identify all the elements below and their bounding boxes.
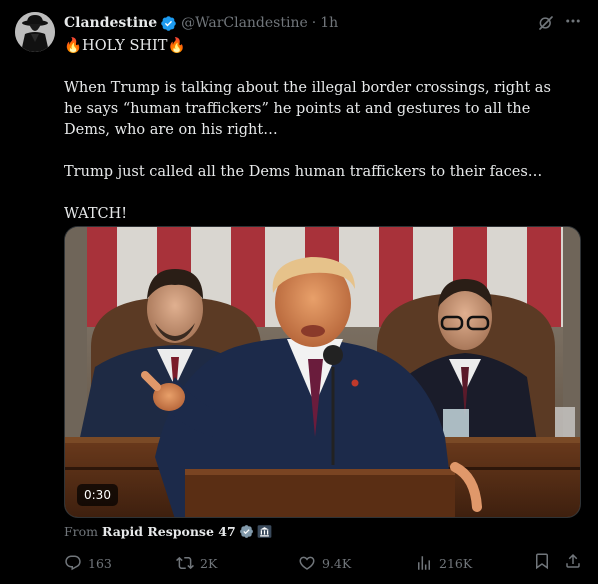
post-text: 🔥HOLY SHIT🔥 When Trump is talking about …: [64, 36, 564, 246]
views-button[interactable]: 216K: [415, 552, 472, 574]
bookmark-icon[interactable]: [533, 552, 551, 570]
reply-count: 163: [88, 555, 112, 571]
post-header: Clandestine @WarClandestine · 1h: [64, 14, 338, 32]
source-name[interactable]: Rapid Response 47: [102, 524, 236, 539]
repost-icon: [176, 556, 194, 570]
author-handle[interactable]: @WarClandestine: [181, 15, 308, 31]
more-icon[interactable]: [562, 12, 584, 32]
post[interactable]: Clandestine @WarClandestine · 1h 🔥HOLY S…: [0, 0, 598, 584]
grok-icon[interactable]: [537, 14, 555, 32]
header-separator: ·: [311, 15, 317, 31]
post-text-paragraph: When Trump is talking about the illegal …: [64, 80, 551, 138]
like-icon: [299, 556, 315, 570]
author-avatar[interactable]: [15, 12, 55, 52]
verified-badge-icon: [239, 524, 253, 538]
video-player[interactable]: [64, 226, 581, 518]
reply-button[interactable]: 163: [64, 552, 112, 574]
post-time[interactable]: 1h: [320, 15, 338, 31]
government-badge-icon: [257, 524, 272, 538]
video-source: From Rapid Response 47: [64, 522, 272, 540]
like-button[interactable]: 9.4K: [298, 552, 351, 574]
repost-button[interactable]: 2K: [176, 552, 217, 574]
verified-badge-icon: [161, 15, 176, 31]
video-duration: 0:30: [77, 484, 118, 506]
repost-count: 2K: [200, 555, 218, 571]
reply-icon: [65, 555, 81, 571]
author-name[interactable]: Clandestine: [64, 15, 157, 31]
post-text-headline: 🔥HOLY SHIT🔥: [64, 38, 186, 54]
share-icon[interactable]: [564, 552, 582, 570]
action-bar: 163 2K 9.4K 216K: [64, 552, 584, 574]
post-text-paragraph: WATCH!: [64, 206, 128, 222]
source-prefix: From: [64, 523, 99, 539]
video-frame: [65, 227, 580, 517]
views-icon: [418, 556, 430, 570]
like-count: 9.4K: [322, 555, 352, 571]
post-text-paragraph: Trump just called all the Dems human tra…: [64, 164, 543, 180]
view-count: 216K: [439, 555, 473, 571]
